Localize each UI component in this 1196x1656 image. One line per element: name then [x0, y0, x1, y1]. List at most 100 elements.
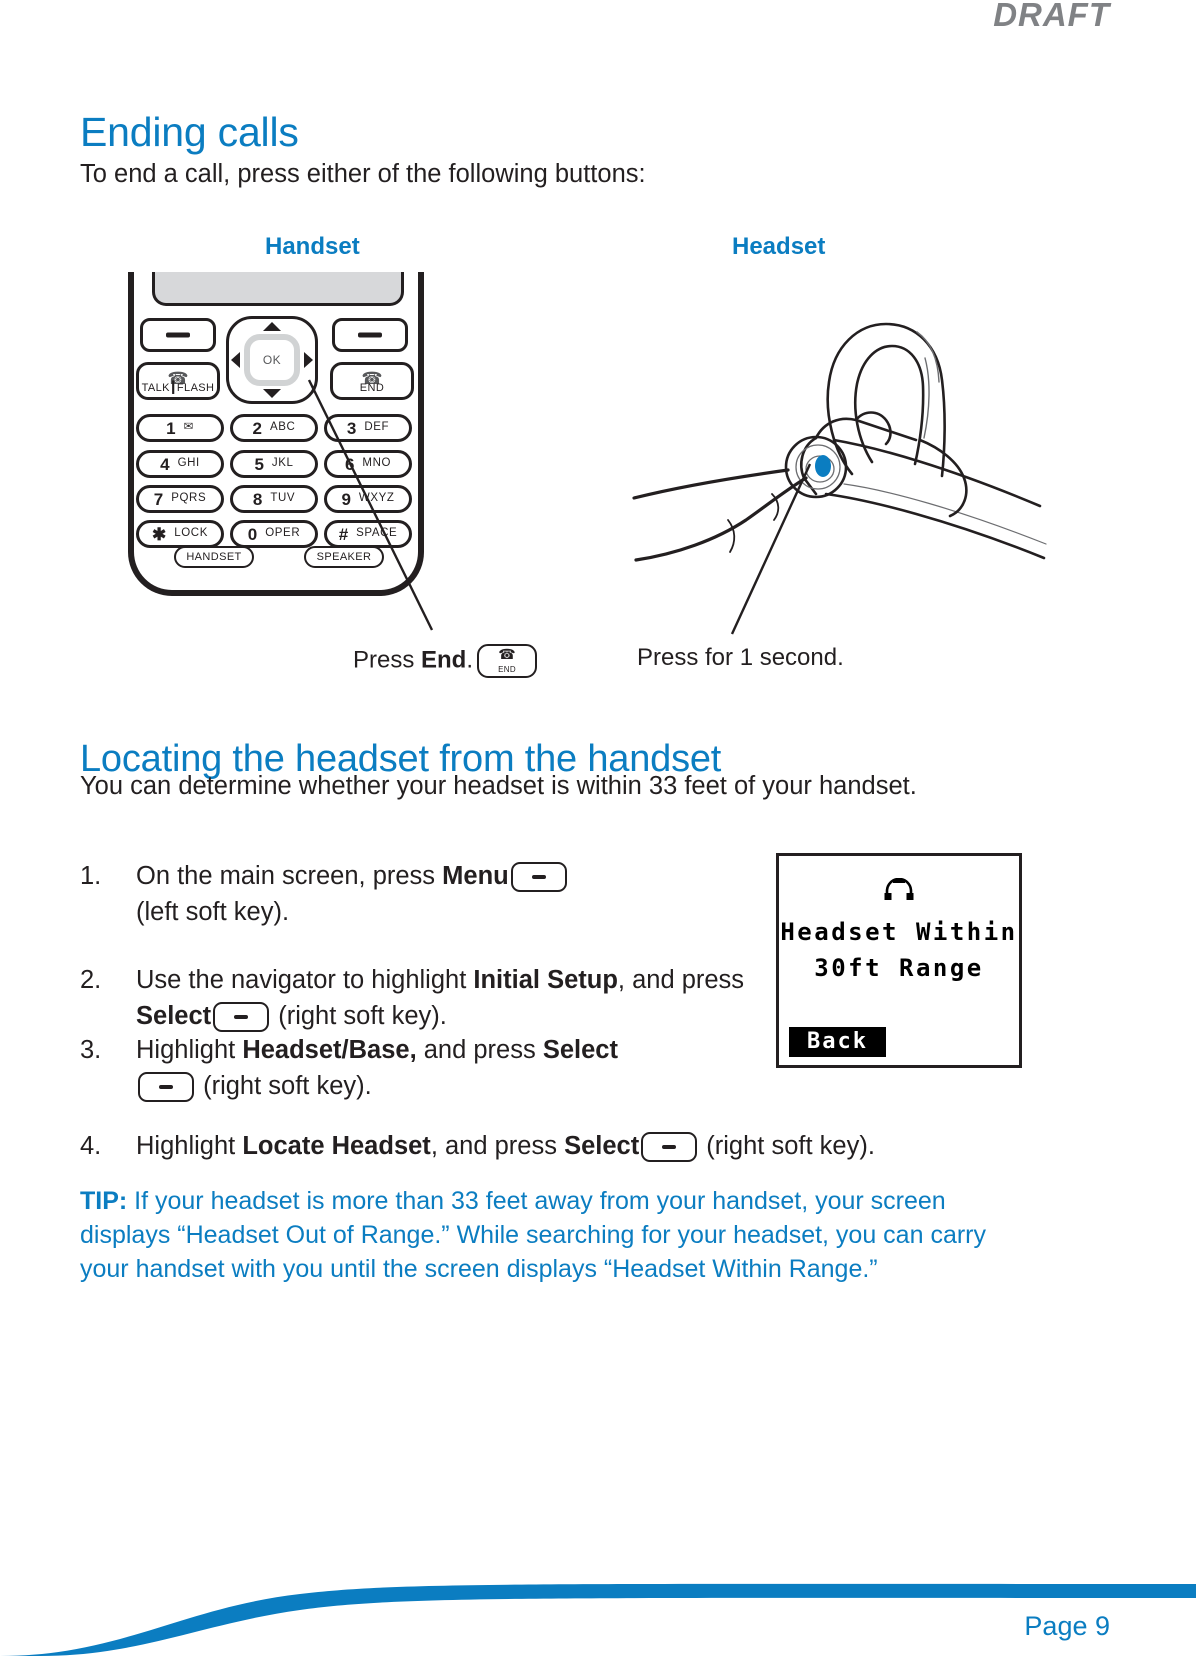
key-alpha-label: ABC [270, 421, 296, 434]
step-item-1: 1. On the main screen, press Menu (left s… [80, 858, 720, 930]
key-alpha-label: JKL [271, 457, 294, 470]
step-1-bold-menu: Menu [442, 862, 509, 890]
key-digit: 7 [153, 489, 164, 509]
handset-illustration: OK ☎ TALK┃FLASH ☎ END 1 ✉ 2 ABC 3 DEF 4 GHI 5 JKL… [118, 272, 438, 602]
step-text: Highlight Headset/Base, and press Select… [136, 1032, 780, 1104]
key-digit: 3 [346, 418, 357, 438]
key-alpha-label: OPER [265, 527, 301, 540]
key-digit: # [338, 524, 349, 544]
step-number: 2. [80, 966, 102, 994]
navigator-down-icon [263, 389, 281, 398]
key-digit: 5 [254, 454, 264, 474]
end-key-label: END [359, 382, 385, 394]
navigator-right-icon [304, 352, 313, 368]
footer-swoosh-graphic [0, 1583, 1196, 1656]
lcd-message-line-1: Headset Within [780, 918, 1018, 946]
handset-navigator[interactable]: OK [226, 316, 318, 404]
key-alpha-label: MNO [362, 457, 392, 470]
handset-key-2[interactable]: 2 ABC [230, 414, 318, 442]
step-2-bold-select: Select [136, 1002, 212, 1030]
step-2-mid: , and press [617, 966, 745, 994]
handset-key-4[interactable]: 4 GHI [136, 450, 224, 478]
key-alpha-label: PQRS [171, 492, 207, 505]
step-4-lead: Highlight [136, 1132, 243, 1160]
step-item-4: 4. Highlight Locate Headset, and press S… [80, 1128, 1090, 1164]
draft-watermark: DRAFT [993, 0, 1110, 33]
soft-key-icon [213, 1002, 270, 1033]
navigator-ok-key[interactable]: OK [244, 334, 300, 386]
step-text: On the main screen, press Menu (left soft… [136, 858, 720, 930]
flash-label: FLASH [176, 382, 215, 394]
soft-key-icon [138, 1072, 194, 1103]
inline-end-key-label: END [498, 665, 516, 674]
headphones-icon [884, 878, 914, 900]
handset-key-pound[interactable]: # SPACE [324, 520, 412, 548]
navigator-up-icon [263, 322, 281, 331]
step-3-bold-select: Select [542, 1036, 618, 1064]
step-number: 4. [80, 1132, 102, 1160]
talk-flash-label: TALK┃FLASH [141, 382, 215, 394]
talk-label: TALK [141, 382, 170, 394]
handset-screen [152, 272, 404, 306]
lcd-back-soft-key-label[interactable]: Back [789, 1027, 886, 1057]
key-alpha-label: LOCK [174, 527, 208, 540]
inline-end-key-icon: ☎ END [477, 644, 538, 678]
key-alpha-label: GHI [177, 457, 200, 470]
phone-handset-icon: ☎ [498, 646, 516, 662]
handset-left-soft-key[interactable] [140, 318, 216, 352]
step-1-lead: On the main screen, press [136, 862, 443, 890]
step-2-lead: Use the navigator to highlight [136, 966, 474, 994]
handset-key-6[interactable]: 6 MNO [324, 450, 412, 478]
soft-key-icon [510, 862, 567, 893]
key-alpha-label: TUV [270, 492, 296, 505]
step-2-tail: (right soft key). [271, 1002, 447, 1030]
step-number: 1. [80, 862, 102, 890]
key-digit: 0 [247, 524, 258, 544]
step-4-mid: , and press [430, 1132, 565, 1160]
caption-press-for-1-second: Press for 1 second. [637, 644, 844, 671]
navigator-ok-label: OK [262, 353, 282, 367]
caption-press-end-suffix: . [466, 646, 474, 674]
handset-key-5[interactable]: 5 JKL [230, 450, 318, 478]
handset-end-key[interactable]: ☎ END [330, 362, 414, 400]
ending-calls-intro: To end a call, press either of the follo… [80, 160, 646, 188]
key-digit: 1 [166, 418, 176, 438]
step-3-mid: and press [416, 1036, 543, 1064]
handset-key-1[interactable]: 1 ✉ [136, 414, 224, 442]
handset-key-8[interactable]: 8 TUV [230, 485, 318, 513]
tip-label: TIP: [80, 1187, 128, 1215]
lcd-message-line-2: 30ft Range [814, 954, 984, 982]
key-alpha-label: WXYZ [358, 492, 395, 505]
key-digit: 6 [344, 454, 355, 474]
figure-caption-headset: Headset [732, 233, 826, 260]
step-4-bold-locate-headset: Locate Headset [242, 1132, 431, 1160]
page-number: Page 9 [1024, 1611, 1110, 1641]
handset-key-3[interactable]: 3 DEF [324, 414, 412, 442]
handset-key-0[interactable]: 0 OPER [230, 520, 318, 548]
key-alpha-label: SPACE [356, 527, 398, 540]
step-text: Use the navigator to highlight Initial S… [136, 962, 760, 1034]
caption-press-end-bold: End [421, 646, 467, 674]
step-4-tail: (right soft key). [699, 1132, 875, 1160]
step-3-lead: Highlight [136, 1036, 243, 1064]
handset-key-handset[interactable]: HANDSET [174, 546, 254, 568]
step-4-bold-select: Select [564, 1132, 640, 1160]
key-digit: 9 [341, 489, 351, 509]
handset-key-star[interactable]: ✱ LOCK [136, 520, 224, 548]
handset-right-soft-key[interactable] [332, 318, 408, 352]
step-3-tail: (right soft key). [196, 1072, 372, 1100]
figure-ending-calls: OK ☎ TALK┃FLASH ☎ END 1 ✉ 2 ABC 3 DEF 4 GHI 5 JKL… [0, 262, 1196, 682]
handset-key-speaker[interactable]: SPEAKER [304, 546, 384, 568]
step-1-tail: (left soft key). [136, 898, 290, 926]
handset-talk-flash-key[interactable]: ☎ TALK┃FLASH [136, 362, 220, 400]
caption-press-end-prefix: Press [353, 646, 422, 674]
handset-key-9[interactable]: 9 WXYZ [324, 485, 412, 513]
key-alpha-label: DEF [364, 421, 390, 434]
step-number: 3. [80, 1036, 102, 1064]
headset-call-button-icon [815, 455, 831, 477]
handset-key-7[interactable]: 7 PQRS [136, 485, 224, 513]
caption-press-end: Press End. ☎ END [353, 644, 541, 678]
figure-caption-handset: Handset [265, 233, 360, 260]
tip-callout: TIP: If your headset is more than 33 fee… [80, 1184, 1035, 1286]
step-item-2: 2. Use the navigator to highlight Initia… [80, 962, 760, 1034]
